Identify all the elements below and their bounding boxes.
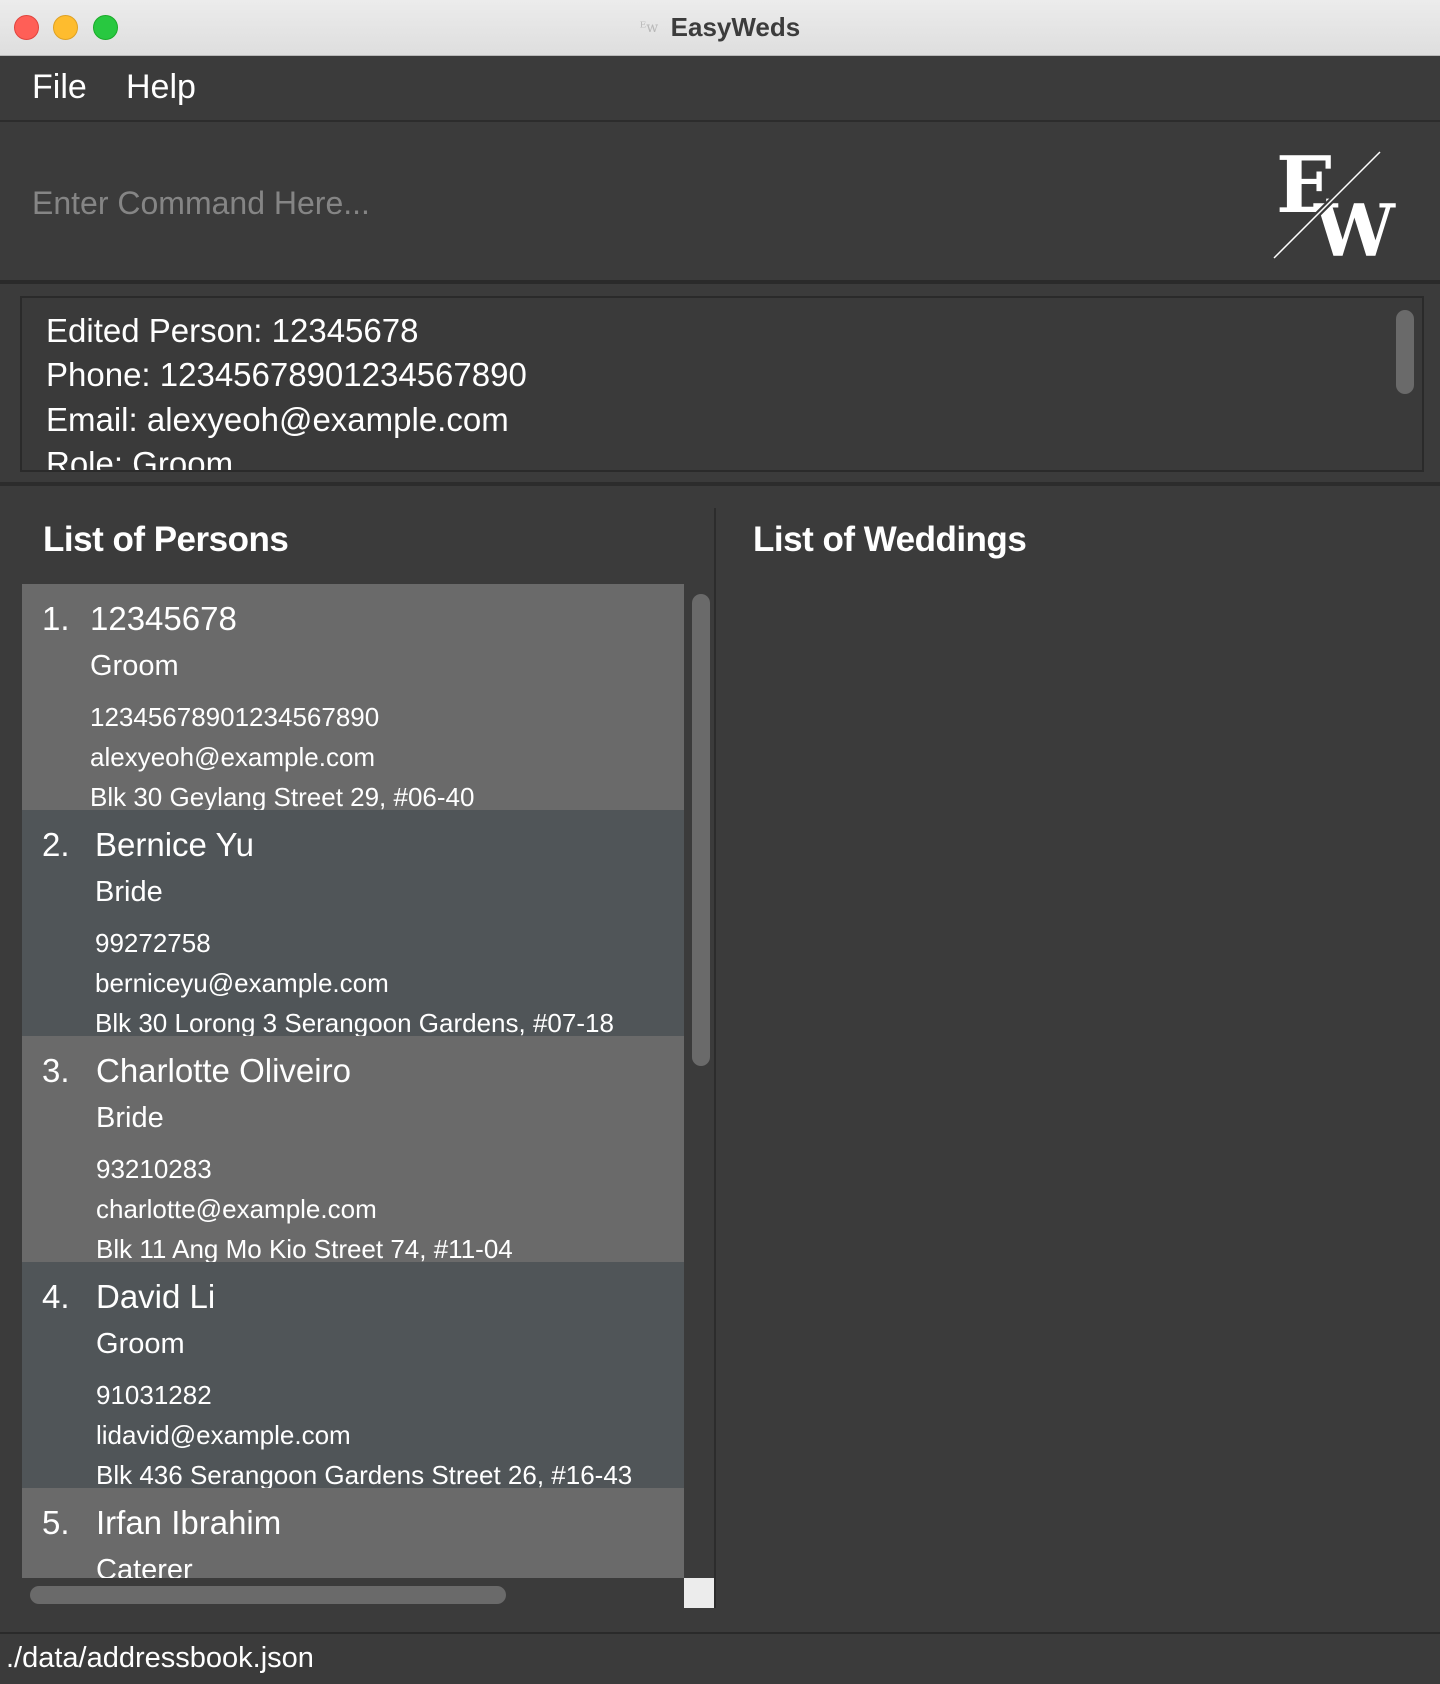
result-line: Edited Person: 12345678 [46,312,419,349]
app-icon: ᴱw [639,19,659,36]
person-index: 4. [42,1278,70,1315]
person-card[interactable]: 5. Irfan Ibrahim Caterer [22,1488,684,1578]
person-email: alexyeoh@example.com [90,742,376,772]
app-window: ᴱw EasyWeds File Help E W Edited Person:… [0,0,1440,1684]
person-role: Bride [95,876,163,908]
person-phone: 99272758 [95,928,211,958]
menu-file[interactable]: File [32,68,87,107]
person-name: Charlotte Oliveiro [96,1052,351,1089]
divider [0,482,1440,486]
scrollbar-corner [684,1578,714,1608]
person-list: 1. 12345678 Groom 12345678901234567890 a… [22,584,684,1578]
person-index: 3. [42,1052,70,1089]
person-name: Bernice Yu [95,826,255,863]
person-role: Groom [96,1328,185,1360]
person-index: 2. [42,826,70,863]
save-location: ./data/addressbook.json [6,1642,314,1674]
menu-bar: File Help [0,56,1440,122]
person-role: Bride [96,1102,164,1134]
result-line: Email: alexyeoh@example.com [46,401,509,438]
svg-text:W: W [1313,188,1396,264]
person-list-horizontal-scrollbar[interactable] [30,1586,506,1604]
menu-help[interactable]: Help [126,68,196,107]
wedding-list [730,584,1420,1578]
result-line: Role: Groom [46,445,234,472]
result-scrollbar[interactable] [1396,310,1414,394]
person-phone: 91031282 [96,1380,212,1410]
person-name: David Li [96,1278,216,1315]
title-bar: ᴱw EasyWeds [0,0,1440,56]
person-card[interactable]: 2. Bernice Yu Bride 99272758 berniceyu@e… [22,810,684,1038]
window-title: EasyWeds [670,12,801,42]
result-display: Edited Person: 12345678 Phone: 123456789… [20,296,1424,472]
window-title-group: ᴱw EasyWeds [0,12,1440,43]
person-card[interactable]: 1. 12345678 Groom 12345678901234567890 a… [22,584,684,812]
person-address: Blk 30 Geylang Street 29, #06-40 [90,782,475,812]
weddings-heading: List of Weddings [753,520,1027,559]
status-bar: ./data/addressbook.json [0,1632,1440,1684]
person-list-vertical-scrollbar[interactable] [692,594,710,1066]
person-phone: 93210283 [96,1154,212,1184]
command-input[interactable] [32,178,1232,228]
persons-heading: List of Persons [43,520,289,559]
person-phone: 12345678901234567890 [90,702,380,732]
person-index: 1. [42,600,70,637]
panel-divider [714,508,716,1608]
person-name: Irfan Ibrahim [96,1504,282,1541]
person-index: 5. [42,1504,70,1541]
person-card[interactable]: 4. David Li Groom 91031282 lidavid@examp… [22,1262,684,1490]
person-email: lidavid@example.com [96,1420,351,1450]
person-address: Blk 11 Ang Mo Kio Street 74, #11-04 [96,1234,513,1264]
person-name: 12345678 [90,600,237,637]
result-line: Phone: 12345678901234567890 [46,356,527,393]
person-email: berniceyu@example.com [95,968,389,998]
person-address: Blk 436 Serangoon Gardens Street 26, #16… [96,1460,633,1490]
person-role: Caterer [96,1554,193,1578]
person-card[interactable]: 3. Charlotte Oliveiro Bride 93210283 cha… [22,1036,684,1264]
easyweds-logo: E W [1271,144,1396,264]
command-box: E W [0,122,1440,284]
person-role: Groom [90,650,179,682]
person-email: charlotte@example.com [96,1194,377,1224]
person-address: Blk 30 Lorong 3 Serangoon Gardens, #07-1… [95,1008,614,1038]
